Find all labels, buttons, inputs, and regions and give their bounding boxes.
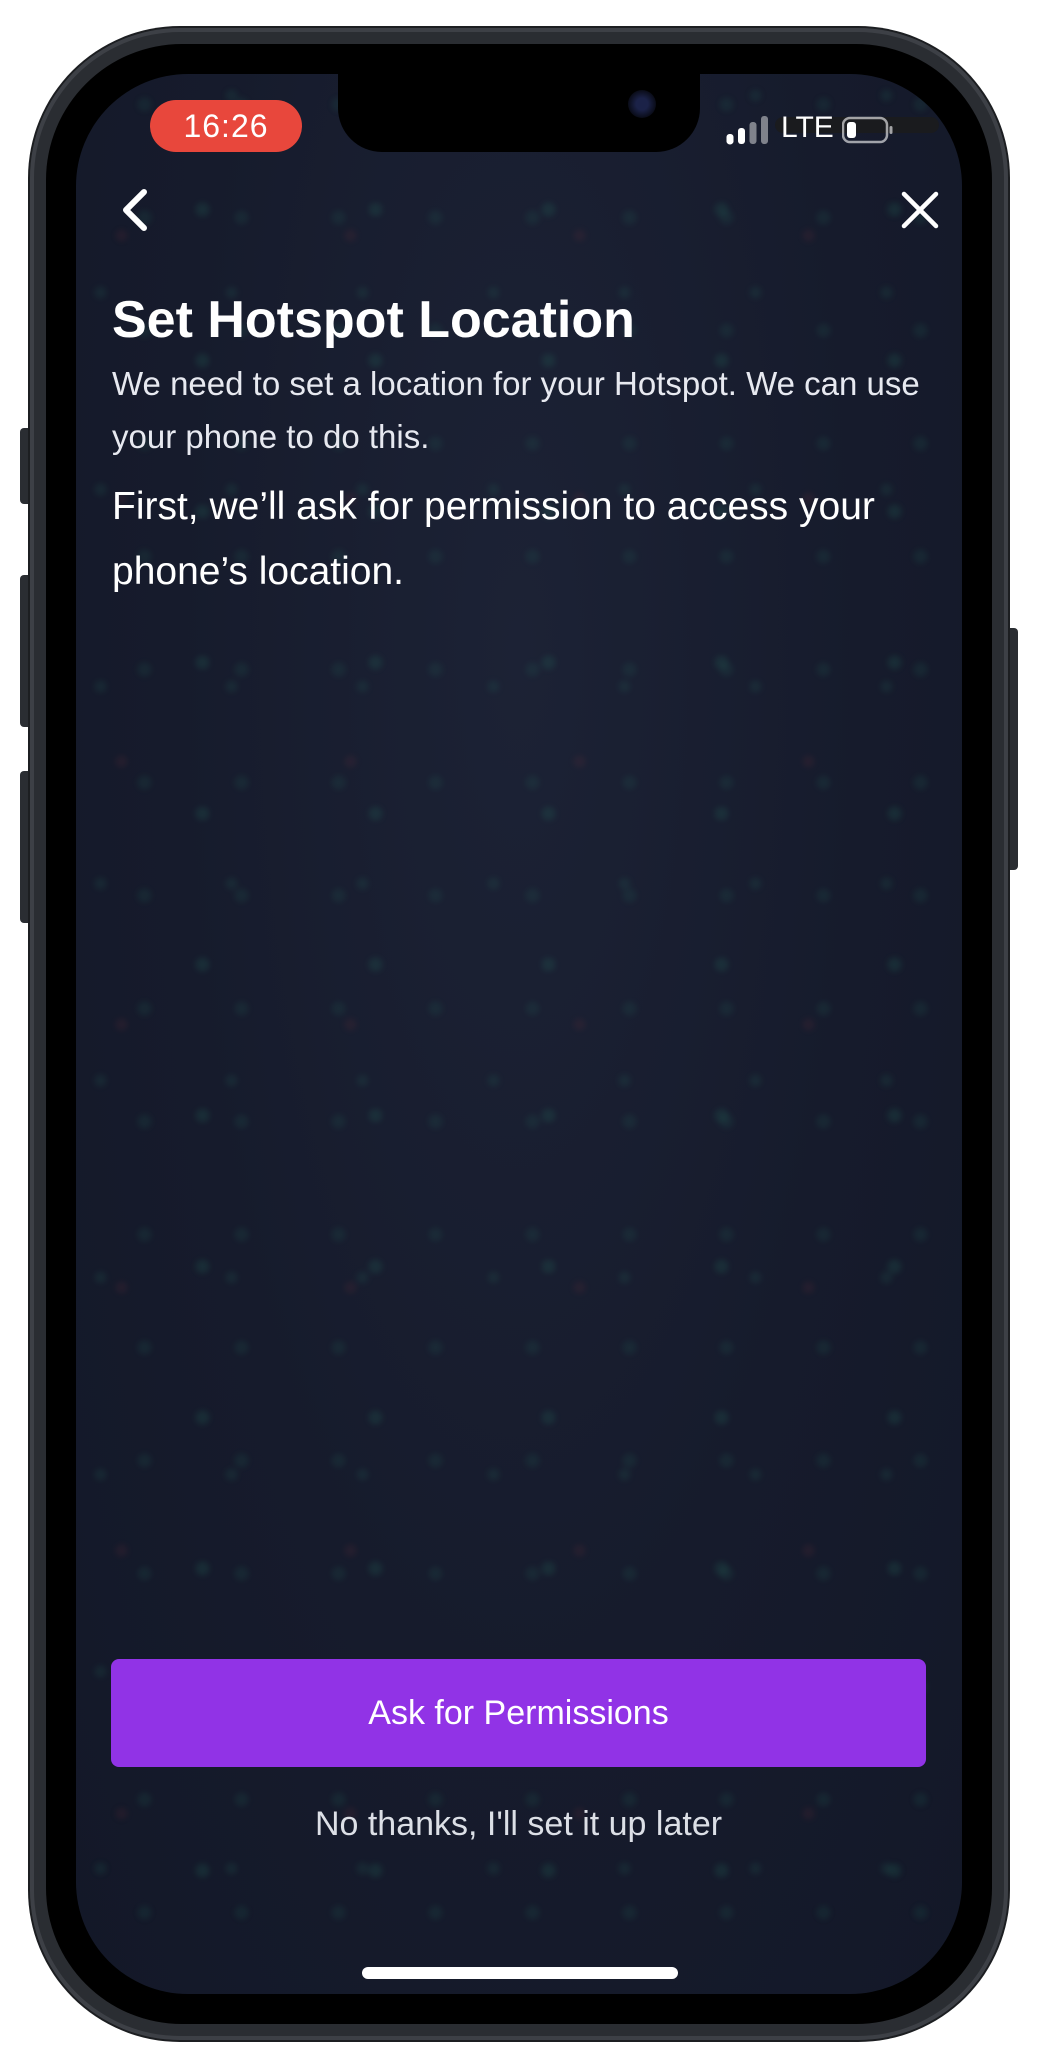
- battery-icon: [842, 116, 893, 144]
- ask-for-permissions-button[interactable]: Ask for Permissions: [111, 1659, 926, 1767]
- front-camera: [628, 90, 656, 118]
- notch: [338, 74, 939, 152]
- status-time: 16:26: [150, 100, 302, 152]
- page-title: Set Hotspot Location: [112, 291, 635, 349]
- chevron-left-icon[interactable]: [110, 182, 162, 238]
- close-icon[interactable]: [894, 184, 946, 236]
- network-type: LTE: [781, 111, 834, 144]
- home-indicator[interactable]: [362, 1967, 678, 1979]
- permission-explanation: First, we’ll ask for permission to acces…: [112, 485, 875, 593]
- app-screen: 16:26 LTE Set Hotspot Location We need t…: [76, 74, 962, 1994]
- page: 16:26 LTE Set Hotspot Location We need t…: [0, 0, 1038, 2070]
- cellular-signal-icon: [726, 116, 768, 145]
- skip-setup-link[interactable]: No thanks, I'll set it up later: [111, 1794, 926, 1854]
- page-description: We need to set a location for your Hotsp…: [112, 365, 920, 455]
